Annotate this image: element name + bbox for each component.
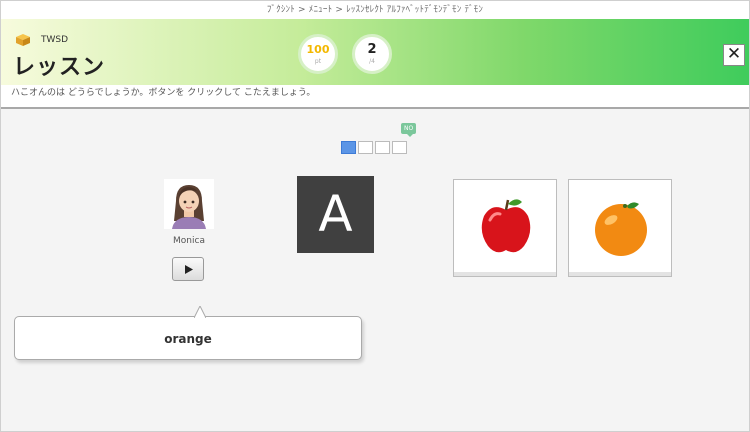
speech-bubble: orange: [14, 306, 362, 360]
score-unit: pt: [314, 58, 322, 65]
play-icon: [185, 265, 193, 274]
close-button[interactable]: ✕: [723, 44, 745, 66]
course-label: TWSD: [41, 35, 69, 45]
choice-apple[interactable]: [453, 179, 557, 277]
letter-card: A: [297, 176, 374, 253]
page-title: レッスン: [13, 55, 106, 80]
orange-icon: [587, 192, 655, 262]
progress-step: [375, 141, 390, 154]
cube-icon: [16, 34, 30, 46]
speech-text: orange: [164, 332, 212, 346]
progress-indicator: [341, 141, 407, 154]
bubble-tail: [194, 306, 206, 318]
play-button[interactable]: [172, 257, 204, 281]
progress-badge: NO: [401, 123, 417, 137]
progress-step: [341, 141, 356, 154]
question-count-badge: 2 /4: [352, 34, 392, 74]
score-value: 100: [306, 43, 330, 56]
speaker-name: Monica: [173, 236, 205, 246]
lesson-window: ﾌﾞｸｼﾝﾄ > ﾒﾆｭｰﾄ > ﾚｯｽﾝｾﾚｸﾄ ｱﾙﾌｧﾍﾞｯﾄﾃﾞﾓﾝﾃﾞ…: [0, 0, 750, 432]
question-count-value: 2: [367, 42, 377, 57]
question-count-total: /4: [369, 58, 375, 65]
choice-orange[interactable]: [568, 179, 672, 277]
avatar: [164, 179, 214, 229]
apple-icon: [472, 192, 540, 262]
progress-step: [358, 141, 373, 154]
progress-step: [392, 141, 407, 154]
lesson-header: TWSD レッスン 100 pt 2 /4 ✕: [1, 19, 749, 85]
score-badge: 100 pt: [298, 34, 338, 74]
instruction-text: ハこオんのは どうらでしょうか。ボタンを クリックして こたえましょう。: [1, 85, 749, 109]
breadcrumb: ﾌﾞｸｼﾝﾄ > ﾒﾆｭｰﾄ > ﾚｯｽﾝｾﾚｸﾄ ｱﾙﾌｧﾍﾞｯﾄﾃﾞﾓﾝﾃﾞ…: [1, 1, 749, 19]
